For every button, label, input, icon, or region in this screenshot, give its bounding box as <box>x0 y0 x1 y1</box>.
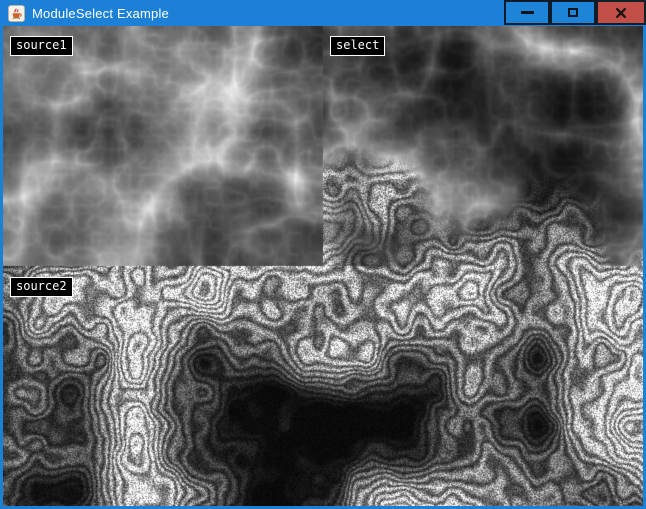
java-coffee-cup-icon <box>8 5 25 22</box>
noise-render-canvas <box>3 26 643 506</box>
window-title: ModuleSelect Example <box>32 6 169 21</box>
close-icon <box>615 7 627 19</box>
panel-label-source2: source2 <box>10 277 73 297</box>
close-button[interactable] <box>596 0 646 25</box>
window-controls <box>504 0 646 26</box>
minimize-button[interactable] <box>504 0 550 25</box>
minimize-icon <box>521 11 534 14</box>
titlebar[interactable]: ModuleSelect Example <box>0 0 646 26</box>
maximize-button[interactable] <box>550 0 596 25</box>
client-area: source1 select source2 <box>3 26 643 506</box>
panel-label-source1: source1 <box>10 36 73 56</box>
panel-label-select: select <box>330 36 385 56</box>
maximize-icon <box>568 8 578 17</box>
app-window: ModuleSelect Example source1 select sour… <box>0 0 646 509</box>
